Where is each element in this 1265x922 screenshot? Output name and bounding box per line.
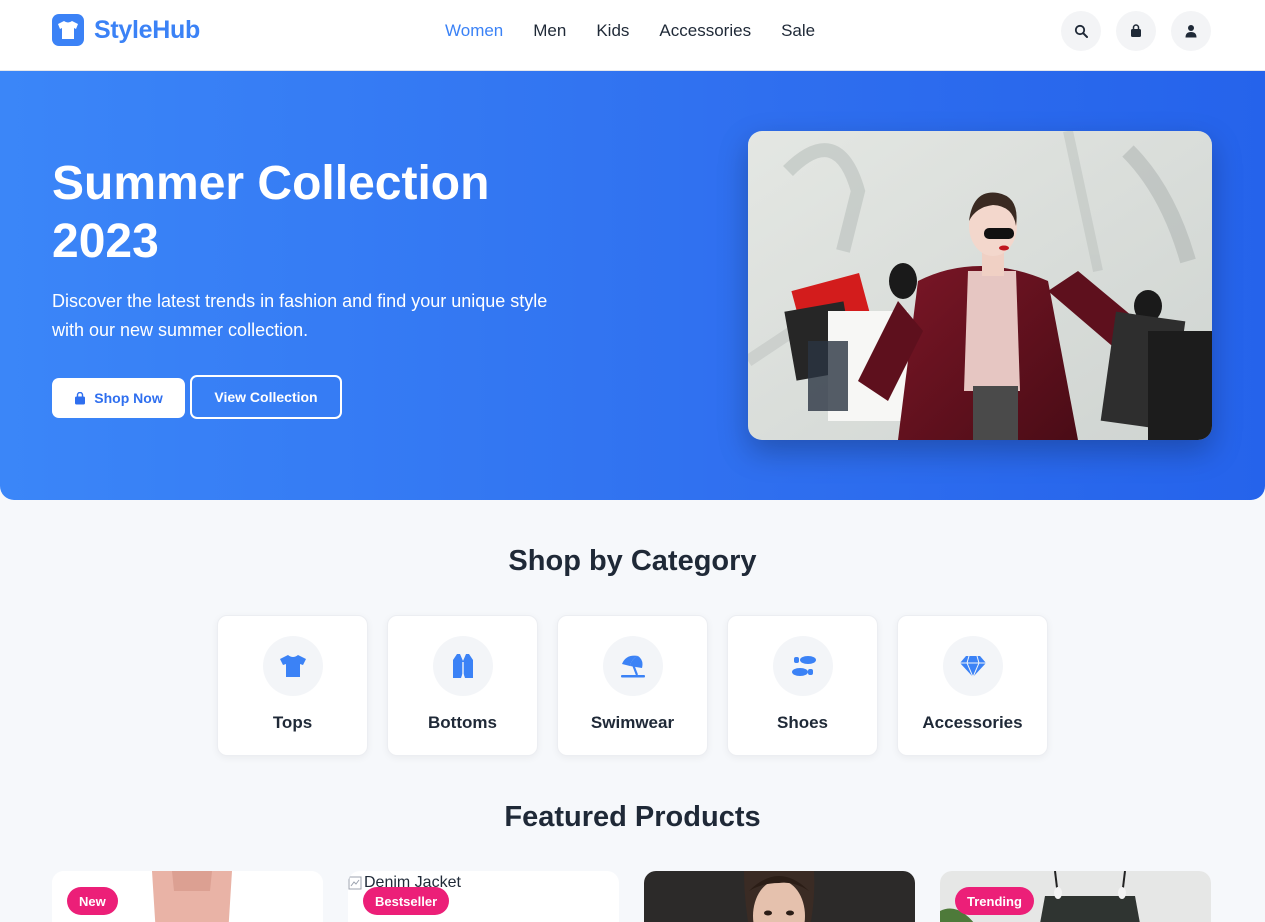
nav-sale[interactable]: Sale bbox=[781, 21, 815, 41]
category-label: Bottoms bbox=[428, 713, 497, 732]
tshirt-icon bbox=[263, 636, 323, 696]
shopping-bag-icon bbox=[1131, 24, 1141, 37]
category-tops[interactable]: Tops bbox=[217, 615, 368, 756]
featured-section-title: Featured Products bbox=[504, 801, 761, 833]
brand-logo[interactable]: StyleHub bbox=[52, 14, 200, 46]
shopping-bag-icon bbox=[75, 391, 86, 404]
product-badge: New bbox=[67, 887, 118, 915]
search-icon bbox=[1074, 24, 1088, 38]
shop-now-label: Shop Now bbox=[94, 390, 163, 406]
view-collection-button[interactable]: View Collection bbox=[190, 375, 342, 419]
search-button[interactable] bbox=[1061, 11, 1101, 51]
broken-image-icon bbox=[348, 876, 362, 890]
shop-now-button[interactable]: Shop Now bbox=[52, 378, 185, 418]
site-header: StyleHub Women Men Kids Accessories Sale bbox=[0, 0, 1265, 71]
category-label: Shoes bbox=[776, 713, 829, 732]
category-shoes[interactable]: Shoes bbox=[727, 615, 878, 756]
product-card[interactable]: New bbox=[52, 871, 323, 922]
category-label: Swimwear bbox=[590, 713, 675, 732]
gem-icon bbox=[943, 636, 1003, 696]
umbrella-beach-icon bbox=[603, 636, 663, 696]
shoe-prints-icon bbox=[773, 636, 833, 696]
main-nav: Women Men Kids Accessories Sale bbox=[445, 21, 815, 41]
category-label: Tops bbox=[272, 713, 313, 732]
nav-accessories[interactable]: Accessories bbox=[659, 21, 751, 41]
product-card[interactable]: Denim Jacket Bestseller bbox=[348, 871, 619, 922]
nav-women[interactable]: Women bbox=[445, 21, 503, 41]
product-badge: Bestseller bbox=[363, 887, 450, 915]
vest-icon bbox=[433, 636, 493, 696]
category-section-title: Shop by Category bbox=[508, 545, 757, 577]
category-bottoms[interactable]: Bottoms bbox=[387, 615, 538, 756]
category-swimwear[interactable]: Swimwear bbox=[557, 615, 708, 756]
hero-title: Summer Collection 2023 bbox=[52, 157, 490, 268]
user-icon bbox=[1185, 25, 1197, 38]
product-card[interactable] bbox=[644, 871, 915, 922]
product-card[interactable]: Trending bbox=[940, 871, 1211, 922]
category-label: Accessories bbox=[922, 713, 1023, 732]
category-accessories[interactable]: Accessories bbox=[897, 615, 1048, 756]
nav-men[interactable]: Men bbox=[533, 21, 566, 41]
hero-subtitle: Discover the latest trends in fashion an… bbox=[52, 291, 548, 340]
brand-name: StyleHub bbox=[94, 15, 200, 44]
header-actions bbox=[1061, 11, 1211, 51]
product-image bbox=[644, 871, 915, 922]
tshirt-icon bbox=[52, 14, 84, 46]
hero-banner: Summer Collection 2023 Discover the late… bbox=[0, 71, 1265, 500]
account-button[interactable] bbox=[1171, 11, 1211, 51]
cart-button[interactable] bbox=[1116, 11, 1156, 51]
hero-image bbox=[748, 131, 1212, 440]
product-badge: Trending bbox=[955, 887, 1034, 915]
nav-kids[interactable]: Kids bbox=[596, 21, 629, 41]
